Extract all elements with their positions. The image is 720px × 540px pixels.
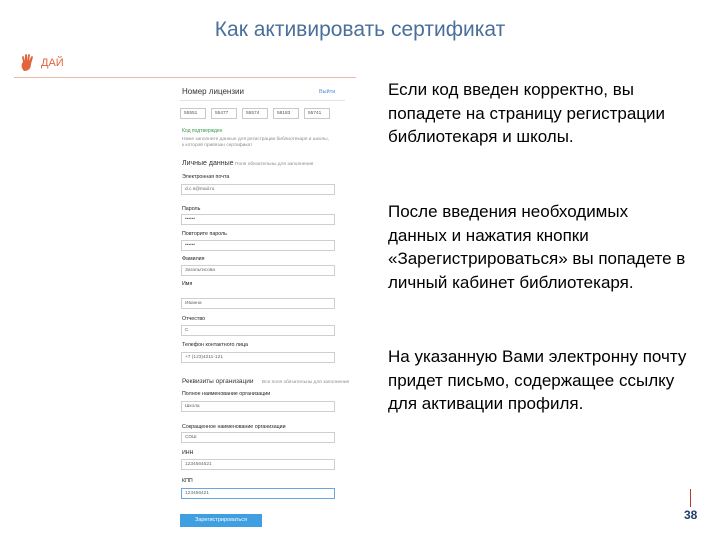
email-field[interactable]: d.c.s@mail.ru [181,184,335,195]
password-repeat-field[interactable]: •••••• [181,240,335,251]
required-hint: Все поля обязательны для заполнения [262,380,350,385]
phone-field[interactable]: +7 (123)4211-121 [181,352,335,363]
license-code-box[interactable]: 55477 [211,108,237,119]
page-number-rule [690,489,691,507]
password-field[interactable]: •••••• [181,214,335,225]
site-logo[interactable]: ДАЙ [18,52,64,74]
field-label: Повторите пароль [182,231,227,237]
logo-text: ДАЙ [41,57,64,69]
code-status: Код подтвержден [182,128,223,134]
patronymic-field[interactable]: С [181,325,335,336]
divider [180,100,345,101]
org-section-title: Реквизиты организации [182,378,254,385]
license-code-box[interactable]: 55551 [180,108,206,119]
firstname-field[interactable]: Иванна [181,298,335,309]
page-number: 38 [684,508,698,522]
inn-field[interactable]: 1234564521 [181,459,335,470]
license-section-title: Номер лицензии [182,87,244,96]
required-hint: Поля обязательны для заполнения [235,162,314,167]
field-label: Имя [182,281,193,287]
hand-logo-icon [21,54,33,71]
lastname-field[interactable]: Загальтисова [181,265,335,276]
logout-link[interactable]: Выйти [319,89,335,95]
field-label: Фамилия [182,256,205,262]
paragraph-after-registration: После введения необходимых данных и нажа… [388,202,686,292]
header-divider [14,77,356,78]
field-label: Полное наименование организации [182,391,271,397]
field-label: Электронная почта [182,174,230,180]
paragraph-email-activation: На указанную Вами электронну почту приде… [388,347,687,413]
field-label: Сокращенное наименование организации [182,424,286,430]
license-code-row: 55551 55477 55574 58183 55741 [180,108,330,119]
field-label: Отчество [182,316,206,322]
paragraph-code-correct: Если код введен корректно, вы попадете н… [388,80,666,146]
field-label: Пароль [182,206,201,212]
field-label: КПП [182,478,193,484]
register-button[interactable]: Зарегистрироваться [180,514,262,527]
org-fullname-field[interactable]: Школа [181,401,335,412]
license-code-box[interactable]: 58183 [273,108,299,119]
registration-form-screenshot: ДАЙ Номер лицензии Выйти 55551 55477 555… [0,0,360,540]
license-code-box[interactable]: 55741 [304,108,330,119]
license-code-box[interactable]: 55574 [242,108,268,119]
personal-section-title: Личные данные [182,160,234,167]
field-label: Телефон контактного лица [182,342,248,348]
kpp-field[interactable]: 123456421 [181,488,335,499]
registration-note: Ниже заполните данные для регистрации би… [182,137,329,148]
field-label: ИНН [182,450,194,456]
org-shortname-field[interactable]: СОШ [181,432,335,443]
